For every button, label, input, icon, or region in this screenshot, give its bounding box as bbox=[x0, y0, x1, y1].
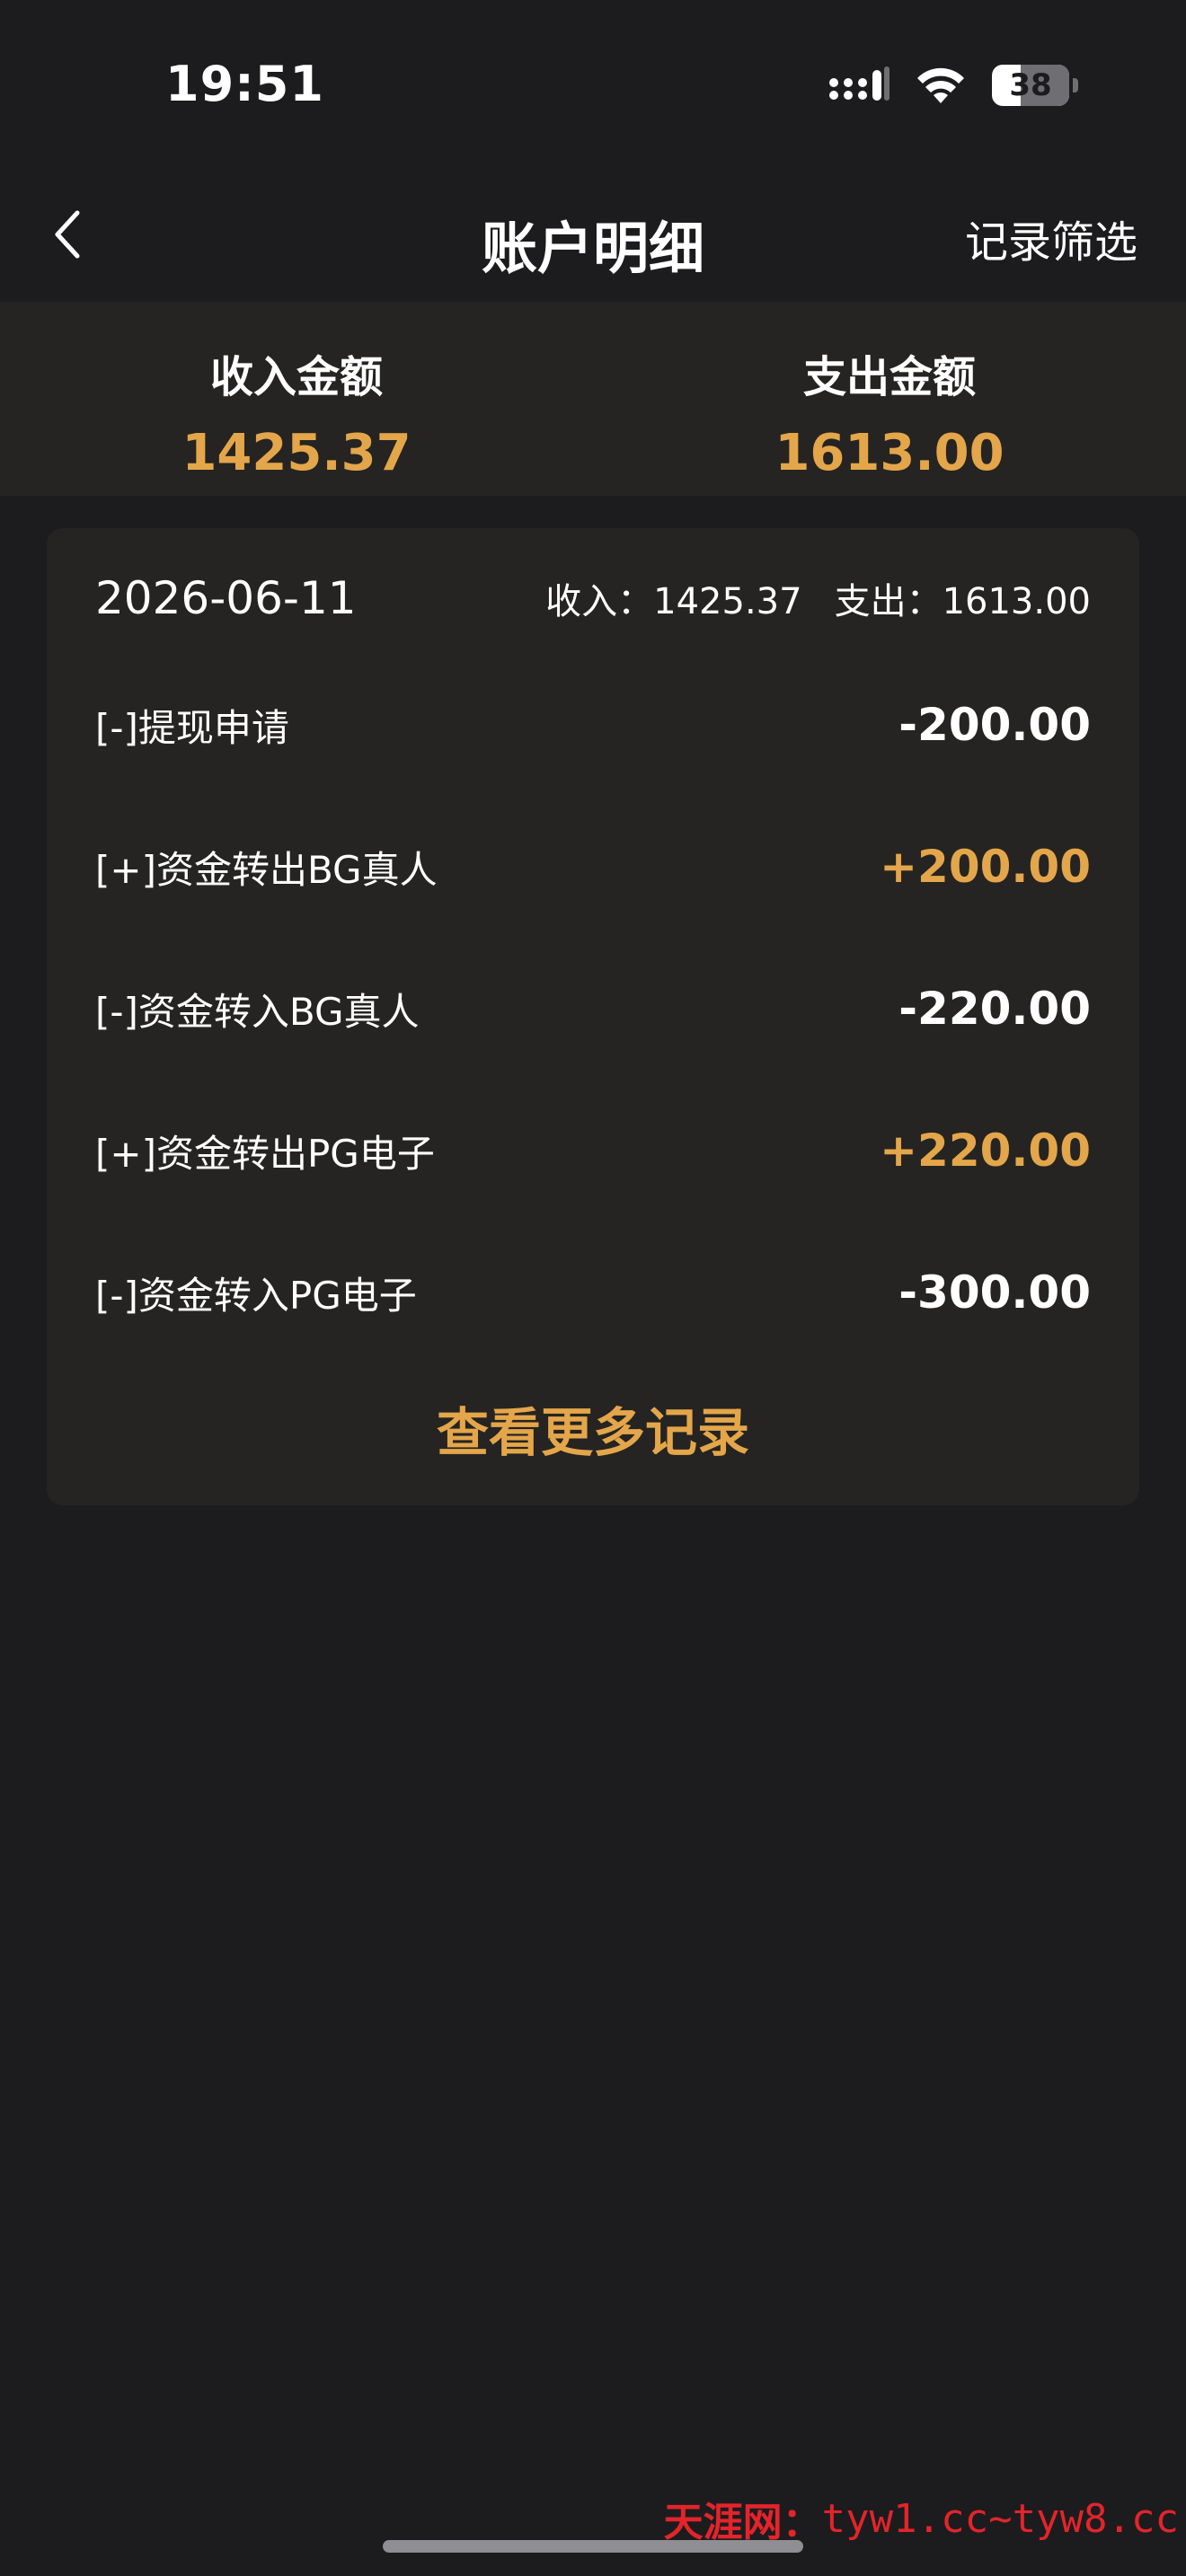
summary-panel: 收入金额 1425.37 支出金额 1613.00 bbox=[0, 302, 1186, 496]
battery-icon: 38 bbox=[992, 65, 1078, 106]
home-indicator[interactable] bbox=[383, 2540, 803, 2553]
status-time: 19:51 bbox=[165, 56, 324, 112]
record-amount: -220.00 bbox=[898, 983, 1091, 1035]
record-amount: -200.00 bbox=[898, 699, 1091, 751]
record-amount: +200.00 bbox=[880, 841, 1091, 893]
signal-icon bbox=[829, 66, 890, 101]
expense-label: 支出金额 bbox=[802, 352, 976, 402]
record-filter-button[interactable]: 记录筛选 bbox=[965, 207, 1137, 269]
record-label: [+]资金转出BG真人 bbox=[95, 847, 438, 892]
record-row[interactable]: [-]提现申请 -200.00 bbox=[95, 654, 1091, 796]
record-label: [-]资金转入BG真人 bbox=[95, 989, 420, 1034]
record-row[interactable]: [+]资金转出BG真人 +200.00 bbox=[95, 796, 1091, 938]
record-list: [-]提现申请 -200.00 [+]资金转出BG真人 +200.00 [-]资… bbox=[95, 654, 1091, 1363]
battery-level: 38 bbox=[1009, 67, 1052, 103]
expense-summary: 支出金额 1613.00 bbox=[593, 302, 1186, 496]
income-value: 1425.37 bbox=[181, 424, 412, 482]
watermark-url: tyw1.cc~tyw8.cc bbox=[821, 2495, 1179, 2542]
status-bar: 19:51 38 bbox=[0, 0, 1186, 171]
record-row[interactable]: [-]资金转入BG真人 -220.00 bbox=[95, 938, 1091, 1080]
day-totals: 收入：1425.37 支出：1613.00 bbox=[545, 572, 1091, 624]
watermark-brand: 天涯网： bbox=[663, 2500, 822, 2545]
day-income: 收入：1425.37 bbox=[545, 581, 802, 622]
daily-records-card: 2026-06-11 收入：1425.37 支出：1613.00 [-]提现申请… bbox=[47, 528, 1139, 1505]
nav-bar: 账户明细 记录筛选 bbox=[0, 171, 1186, 302]
record-row[interactable]: [-]资金转入PG电子 -300.00 bbox=[95, 1222, 1091, 1363]
watermark: 天涯网： tyw1.cc~tyw8.cc bbox=[664, 2490, 1179, 2547]
record-label: [-]资金转入PG电子 bbox=[95, 1273, 417, 1318]
record-row[interactable]: [+]资金转出PG电子 +220.00 bbox=[95, 1080, 1091, 1222]
card-header: 2026-06-11 收入：1425.37 支出：1613.00 bbox=[95, 564, 1091, 632]
expense-value: 1613.00 bbox=[774, 424, 1005, 482]
status-icons: 38 bbox=[828, 65, 1078, 106]
record-date: 2026-06-11 bbox=[95, 572, 357, 624]
record-amount: -300.00 bbox=[898, 1266, 1091, 1319]
income-summary: 收入金额 1425.37 bbox=[0, 302, 593, 496]
income-label: 收入金额 bbox=[209, 352, 383, 402]
wifi-icon bbox=[917, 67, 964, 103]
day-expense: 支出：1613.00 bbox=[834, 581, 1091, 622]
record-label: [+]资金转出PG电子 bbox=[95, 1131, 435, 1176]
view-more-records-button[interactable]: 查看更多记录 bbox=[47, 1390, 1139, 1466]
record-amount: +220.00 bbox=[880, 1125, 1091, 1177]
record-label: [-]提现申请 bbox=[95, 705, 289, 750]
